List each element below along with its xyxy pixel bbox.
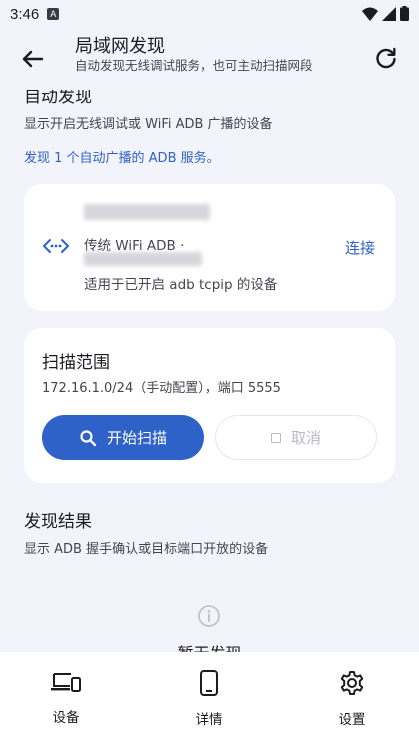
connect-button[interactable]: 连接: [345, 237, 375, 258]
nav-label-details: 详情: [195, 712, 223, 728]
signal-icon: [382, 6, 396, 21]
battery-icon: [400, 6, 409, 21]
start-scan-label: 开始扫描: [106, 429, 167, 447]
search-icon: [80, 429, 97, 446]
auto-discovery-count-note: 发现 1 个自动广播的 ADB 服务。: [24, 151, 220, 166]
results-description: 显示 ADB 握手确认或目标端口开放的设备: [24, 542, 269, 557]
bottom-navigation: 设备 详情 设置: [0, 652, 419, 744]
info-icon: [198, 605, 220, 627]
status-icons: [362, 6, 409, 21]
devices-icon: [51, 673, 81, 692]
main-scroll-area[interactable]: 自动发现 显示开启无线调试或 WiFi ADB 广播的设备 发现 1 个自动广播…: [0, 0, 419, 652]
nav-item-settings[interactable]: 设置: [297, 652, 407, 744]
scan-range-title: 扫描范围: [42, 353, 110, 373]
nav-item-devices[interactable]: 设备: [11, 652, 121, 744]
refresh-icon[interactable]: [371, 44, 401, 74]
start-scan-button[interactable]: 开始扫描: [42, 415, 204, 460]
scan-range-card: 扫描范围 172.16.1.0/24（手动配置），端口 5555 开始扫描 取消: [24, 328, 395, 483]
app-bar: 局域网发现 自动发现无线调试服务，也可主动扫描网段: [0, 28, 419, 90]
device-connection-type: 传统 WiFi ADB ·: [84, 238, 185, 254]
notification-icon: A: [47, 8, 60, 20]
results-section: 发现结果 显示 ADB 握手确认或目标端口开放的设备: [24, 507, 268, 557]
nav-item-details[interactable]: 详情: [154, 652, 264, 744]
gear-icon: [340, 671, 364, 695]
cancel-scan-label: 取消: [290, 429, 321, 447]
nav-label-settings: 设置: [338, 712, 366, 728]
status-bar: 3:46 A: [0, 0, 419, 28]
stop-icon: [270, 432, 281, 443]
page-title: 局域网发现: [75, 36, 165, 57]
back-arrow-icon[interactable]: [18, 44, 48, 74]
auto-discovery-description: 显示开启无线调试或 WiFi ADB 广播的设备: [24, 117, 273, 132]
results-title: 发现结果: [24, 512, 92, 532]
phone-icon: [200, 670, 218, 696]
nav-label-devices: 设备: [52, 710, 80, 726]
empty-results-title: 暂无发现: [0, 640, 419, 652]
discovered-device-card[interactable]: 传统 WiFi ADB · 适用于已开启 adb tcpip 的设备 连接: [24, 184, 395, 311]
wifi-icon: [362, 7, 378, 21]
cancel-scan-button[interactable]: 取消: [215, 415, 377, 460]
scan-range-value: 172.16.1.0/24（手动配置），端口 5555: [42, 381, 281, 396]
device-hint: 适用于已开启 adb tcpip 的设备: [84, 277, 278, 293]
code-arrows-icon: [43, 239, 69, 253]
page-subtitle: 自动发现无线调试服务，也可主动扫描网段: [75, 58, 313, 73]
redacted-device-name: [84, 204, 210, 220]
status-time: 3:46: [10, 5, 40, 23]
redacted-device-address: [84, 252, 202, 266]
